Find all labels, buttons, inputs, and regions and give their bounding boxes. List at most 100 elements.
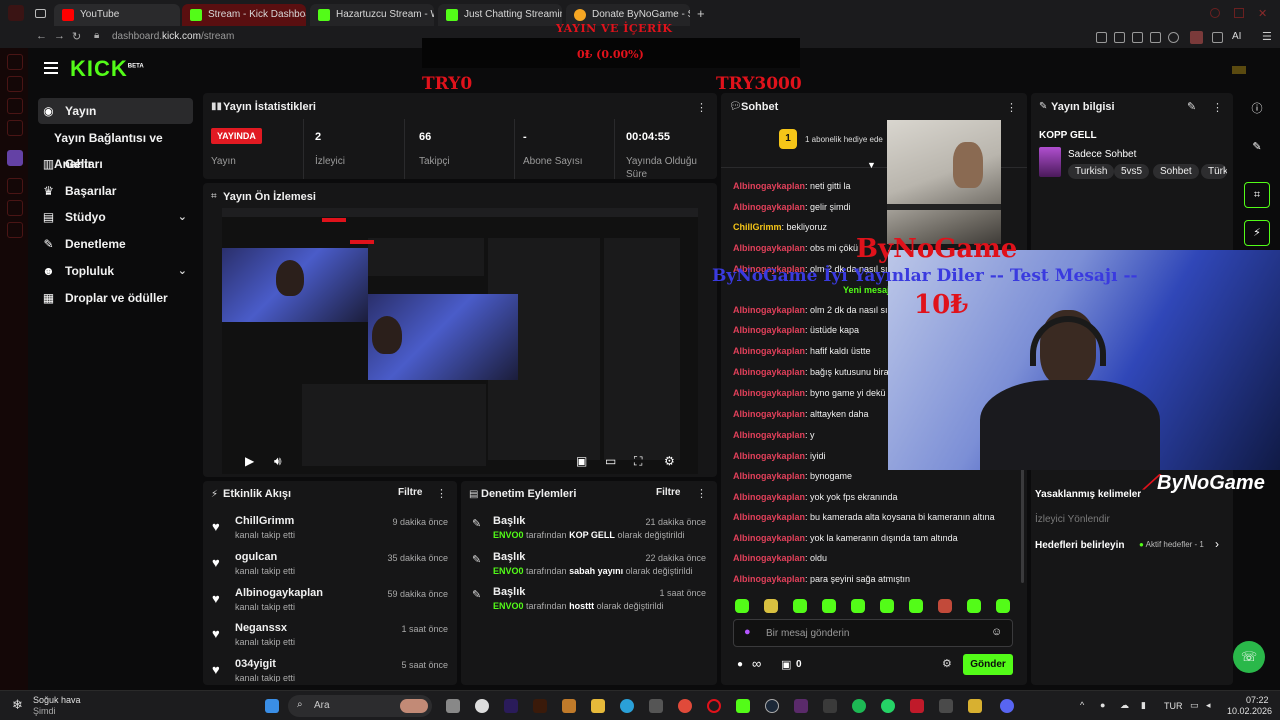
chat-username[interactable]: Albinogaykaplan	[733, 430, 805, 440]
app-icon[interactable]	[649, 699, 663, 713]
folder-icon[interactable]	[591, 699, 605, 713]
emoji-icon[interactable]: ☺	[991, 626, 1002, 638]
task-view-icon[interactable]	[446, 699, 460, 713]
app-icon[interactable]	[794, 699, 808, 713]
strip-icon[interactable]	[7, 222, 23, 238]
shield-icon[interactable]	[1132, 32, 1143, 43]
download-icon[interactable]	[1212, 32, 1223, 43]
emote-icon[interactable]	[909, 599, 923, 613]
strip-icon[interactable]	[7, 76, 23, 92]
tag-chip[interactable]: Türk	[1201, 164, 1227, 179]
sidebar-item-gelir[interactable]: ▥ Gelir	[38, 151, 193, 177]
browser-window-icon[interactable]	[8, 5, 24, 21]
strip-icon[interactable]	[7, 120, 23, 136]
chat-username[interactable]: Albinogaykaplan	[733, 512, 805, 522]
back-icon[interactable]: ←	[36, 30, 47, 42]
theater-icon[interactable]: ▭	[605, 454, 616, 468]
lightning-icon[interactable]: ⚡	[1244, 220, 1270, 246]
emote-icon[interactable]	[938, 599, 952, 613]
clock-time[interactable]: 07:22	[1246, 695, 1269, 705]
menu-icon[interactable]: ☰	[1262, 30, 1272, 43]
sidebar-item-yayin[interactable]: ◉ Yayın	[38, 98, 193, 124]
filter-button[interactable]: Filtre	[398, 487, 422, 498]
minimize-button[interactable]	[1210, 8, 1220, 18]
info-icon[interactable]: ⓘ	[1244, 96, 1270, 122]
app-icon[interactable]	[562, 699, 576, 713]
chat-username[interactable]: Albinogaykaplan	[733, 574, 805, 584]
emote-icon[interactable]	[735, 599, 749, 613]
emote-icon[interactable]	[793, 599, 807, 613]
sidebar-item-stream-key[interactable]: Yayın Bağlantısı ve Anahtarı	[38, 125, 203, 171]
taskbar-search[interactable]: ⌕ Ara	[288, 695, 432, 717]
chrome-icon[interactable]	[678, 699, 692, 713]
ai-button[interactable]: AI	[1232, 31, 1241, 42]
tab-youtube[interactable]: YouTube	[54, 4, 180, 26]
tag-chip[interactable]: 5vs5	[1114, 164, 1150, 179]
windows-start-icon[interactable]	[265, 699, 279, 713]
extension-icon[interactable]	[1096, 32, 1107, 43]
hamburger-menu-icon[interactable]	[44, 62, 58, 77]
help-chat-button[interactable]: ☏	[1233, 641, 1265, 673]
chat-username[interactable]: ChillGrimm	[733, 222, 782, 232]
tab-just-chatting[interactable]: Just Chatting Streaming -	[438, 4, 562, 26]
screenshot-icon[interactable]: ⌗	[1244, 182, 1270, 208]
list-item[interactable]: ✎ Başlık ENVO0 tarafından hosttt olarak …	[472, 586, 708, 620]
kebab-menu-icon[interactable]: ⋮	[1006, 101, 1017, 114]
emote-icon[interactable]	[996, 599, 1010, 613]
reload-icon[interactable]: ↻	[72, 30, 81, 43]
strip-icon[interactable]	[7, 200, 23, 216]
pip-icon[interactable]: ▣	[576, 454, 587, 468]
premiere-icon[interactable]	[504, 699, 518, 713]
new-tab-button[interactable]: +	[697, 6, 705, 21]
illustrator-icon[interactable]	[533, 699, 547, 713]
emote-icon[interactable]	[851, 599, 865, 613]
viewer-redirect-label[interactable]: İzleyici Yönlendir	[1035, 514, 1110, 525]
forward-icon[interactable]: →	[54, 30, 65, 42]
pinned-icon[interactable]: ▼	[867, 160, 876, 170]
chatgpt-icon[interactable]	[475, 699, 489, 713]
kick-logo[interactable]: KICKBETA	[70, 56, 144, 82]
settings-icon[interactable]: ⚙	[664, 454, 675, 468]
chat-username[interactable]: Albinogaykaplan	[733, 367, 805, 377]
volume-icon[interactable]: ◂	[1206, 700, 1211, 711]
microphone-icon[interactable]: ▮	[1141, 700, 1146, 711]
emote-icon[interactable]	[764, 599, 778, 613]
network-icon[interactable]: ▭	[1190, 700, 1199, 711]
list-item[interactable]: ♥ 034yigit kanalı takip etti 5 saat önce	[212, 658, 452, 682]
emote-icon[interactable]	[822, 599, 836, 613]
stream-preview-video[interactable]	[222, 208, 698, 474]
weather-icon[interactable]: ❄	[12, 697, 23, 713]
strip-icon[interactable]	[7, 98, 23, 114]
weather-title[interactable]: Soğuk hava	[33, 695, 81, 705]
extension-icon[interactable]	[1114, 32, 1125, 43]
chat-username[interactable]: Albinogaykaplan	[733, 553, 805, 563]
tray-chevron-icon[interactable]: ^	[1080, 700, 1084, 710]
sidebar-item-droplar[interactable]: ▦ Droplar ve ödüller	[38, 285, 203, 311]
chat-username[interactable]: Albinogaykaplan	[733, 471, 805, 481]
maximize-button[interactable]	[1234, 8, 1244, 18]
tray-icon[interactable]: ●	[1100, 700, 1105, 710]
chat-username[interactable]: Albinogaykaplan	[733, 388, 805, 398]
emote-icon[interactable]	[880, 599, 894, 613]
edge-icon[interactable]	[620, 699, 634, 713]
edit-icon[interactable]: ✎	[1244, 134, 1270, 160]
points-icon[interactable]: ▣	[781, 658, 791, 671]
chat-username[interactable]: Albinogaykaplan	[733, 181, 805, 191]
play-icon[interactable]	[1150, 32, 1161, 43]
volume-icon[interactable]: 🔊︎	[274, 454, 282, 469]
kebab-menu-icon[interactable]: ⋮	[1212, 101, 1223, 114]
list-item[interactable]: ♥ ChillGrimm kanalı takip etti 9 dakika …	[212, 515, 452, 549]
app-icon[interactable]	[939, 699, 953, 713]
chat-username[interactable]: Albinogaykaplan	[733, 346, 805, 356]
filter-button[interactable]: Filtre	[656, 487, 680, 498]
sidebar-item-topluluk[interactable]: ☻ Topluluk ⌄	[38, 258, 193, 284]
chat-username[interactable]: Albinogaykaplan	[733, 533, 805, 543]
strip-icon[interactable]	[7, 178, 23, 194]
list-item[interactable]: ♥ Albinogaykaplan kanalı takip etti 59 d…	[212, 587, 452, 621]
send-button[interactable]: Gönder	[963, 654, 1013, 675]
microphone-icon[interactable]: ●	[744, 626, 751, 638]
sidebar-item-denetleme[interactable]: ✎ Denetleme	[38, 231, 193, 257]
kebab-menu-icon[interactable]: ⋮	[436, 487, 447, 500]
heart-icon[interactable]	[1168, 32, 1179, 43]
spotify-icon[interactable]	[852, 699, 866, 713]
